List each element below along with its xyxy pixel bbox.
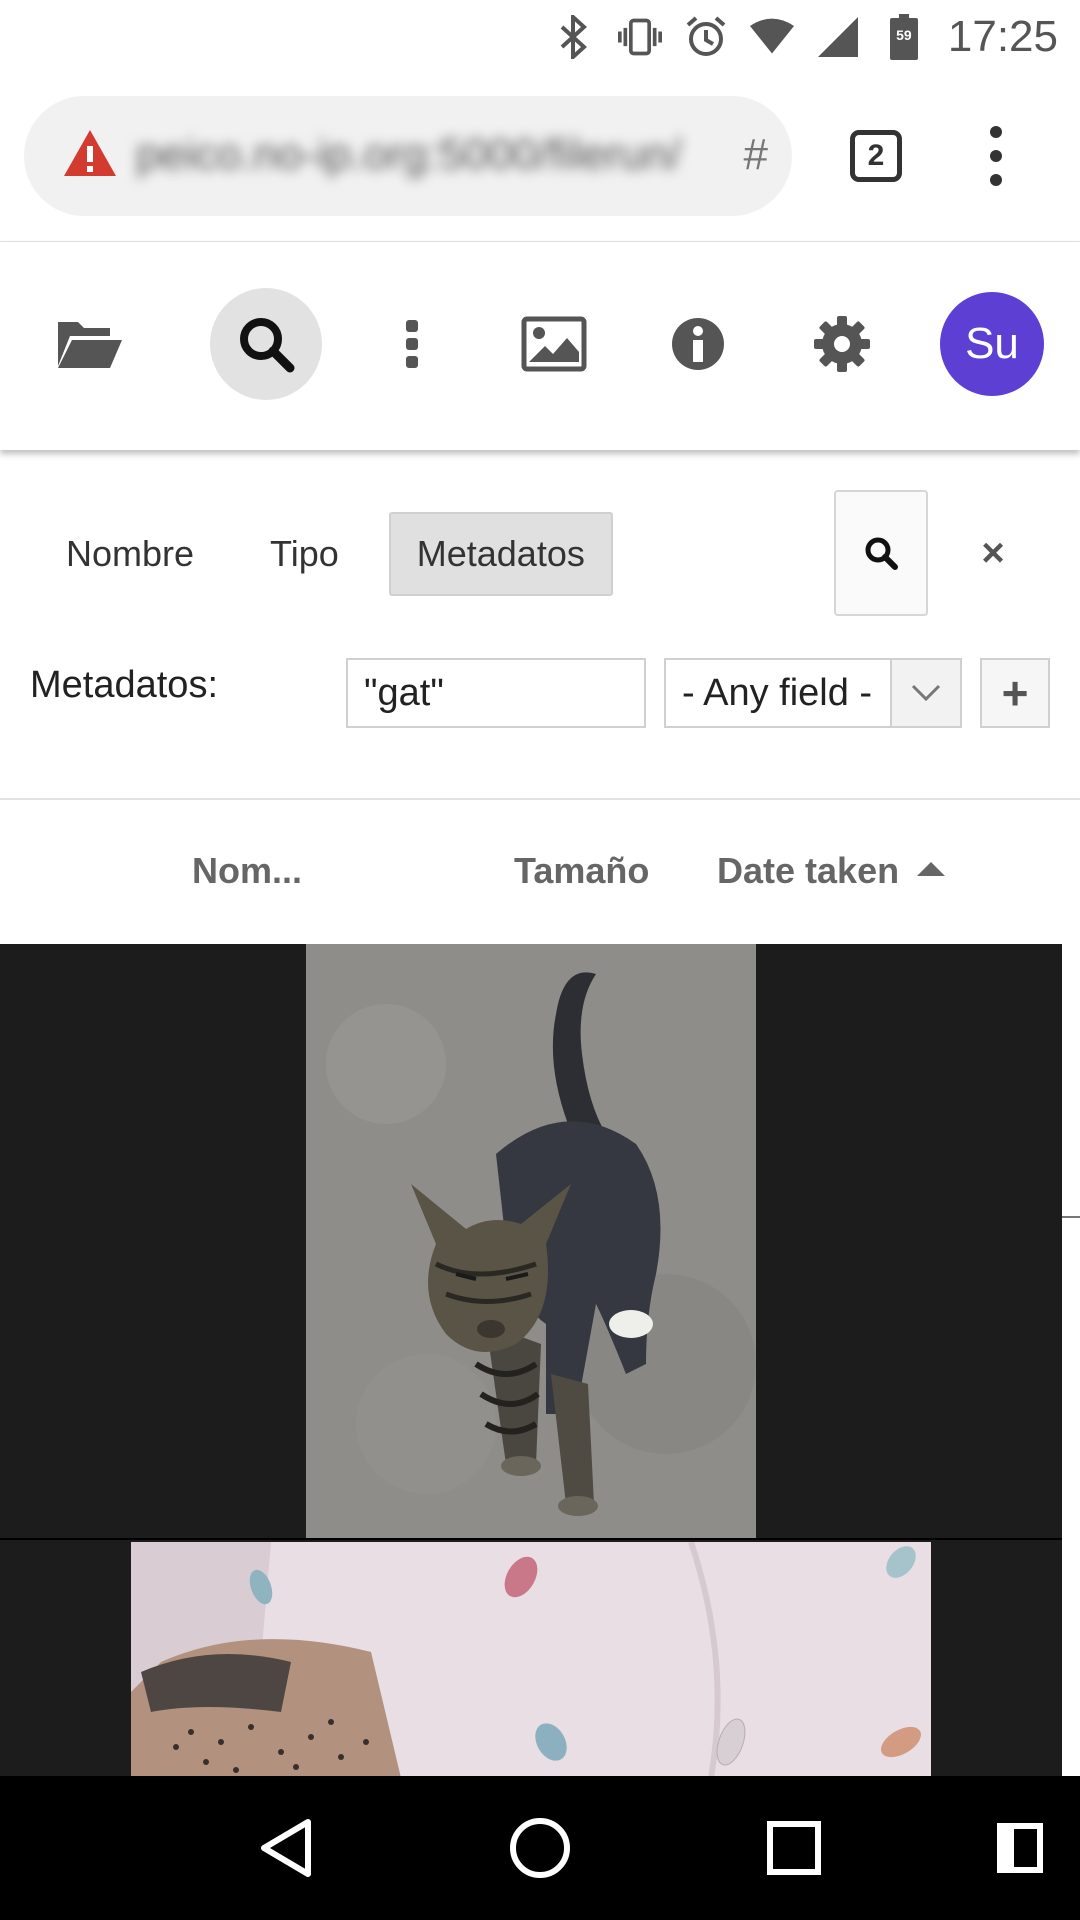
home-button[interactable] <box>504 1812 576 1884</box>
split-screen-icon <box>997 1823 1043 1873</box>
gear-icon <box>814 316 870 372</box>
more-options-button[interactable] <box>356 288 468 400</box>
address-bar[interactable]: peico.no-ip.org:5000/filerun/ # <box>24 96 792 216</box>
split-screen-button[interactable] <box>984 1812 1056 1884</box>
close-search-button[interactable]: × <box>968 520 1018 586</box>
back-button[interactable] <box>250 1812 322 1884</box>
plus-icon: + <box>1001 667 1029 719</box>
tab-tipo[interactable]: Tipo <box>244 512 365 596</box>
add-criteria-button[interactable]: + <box>980 658 1050 728</box>
status-bar: 59 17:25 <box>0 0 1080 74</box>
tab-switcher-button[interactable]: 2 <box>850 130 902 182</box>
field-select[interactable]: - Any field - <box>664 658 962 728</box>
tab-count: 2 <box>867 139 885 172</box>
folder-open-button[interactable] <box>34 288 146 400</box>
image-gallery <box>0 944 1080 1776</box>
metadata-label: Metadatos: <box>30 664 218 706</box>
home-icon <box>510 1818 570 1878</box>
column-header-date[interactable]: Date taken <box>717 850 946 892</box>
search-toggle-button[interactable] <box>210 288 322 400</box>
gallery-view-button[interactable] <box>498 288 610 400</box>
chevron-down-icon[interactable] <box>890 660 960 726</box>
more-vertical-icon <box>406 320 418 368</box>
avatar-initials: Su <box>965 319 1019 368</box>
back-icon <box>261 1819 311 1877</box>
wifi-icon <box>749 13 794 61</box>
app-toolbar: Su <box>0 242 1080 450</box>
battery-level: 59 <box>896 27 912 43</box>
search-icon <box>240 318 295 373</box>
info-button[interactable] <box>642 288 754 400</box>
image-icon <box>521 316 587 372</box>
thumbnail-fabric-photo[interactable] <box>131 1542 931 1776</box>
browser-toolbar: peico.no-ip.org:5000/filerun/ # 2 <box>0 74 1080 242</box>
column-header-size[interactable]: Tamaño <box>514 850 649 892</box>
recents-button[interactable] <box>758 1812 830 1884</box>
info-icon <box>672 318 724 370</box>
divider <box>0 798 1080 800</box>
warning-icon[interactable] <box>62 126 118 182</box>
folder-open-icon <box>58 322 122 368</box>
search-type-tabs: Nombre Tipo Metadatos <box>40 512 613 596</box>
url-hash: # <box>743 130 768 179</box>
field-select-value: - Any field - <box>682 671 873 714</box>
url-host: peico.no-ip.org <box>136 130 428 179</box>
scrollbar[interactable] <box>1062 944 1080 1776</box>
battery-icon: 59 <box>882 13 926 61</box>
browser-menu-icon[interactable] <box>980 126 1012 186</box>
clock: 17:25 <box>947 12 1058 61</box>
close-icon: × <box>981 530 1005 575</box>
settings-button[interactable] <box>786 288 898 400</box>
tab-nombre[interactable]: Nombre <box>40 512 220 596</box>
signal-icon <box>816 13 860 61</box>
column-header-name[interactable]: Nom... <box>192 850 302 892</box>
metadata-search-input[interactable] <box>346 658 646 728</box>
url-path: :5000/filerun/ <box>427 130 682 179</box>
search-submit-button[interactable] <box>834 490 928 616</box>
system-navigation-bar <box>0 1776 1080 1920</box>
scrollbar-thumb[interactable] <box>1062 1216 1080 1218</box>
alarm-icon <box>684 13 728 61</box>
user-avatar[interactable]: Su <box>940 292 1044 396</box>
sort-ascending-icon <box>917 862 946 877</box>
thumbnail-cat-photo[interactable] <box>306 944 756 1538</box>
bluetooth-icon <box>552 13 596 61</box>
search-icon <box>865 537 898 570</box>
recents-icon <box>767 1821 821 1875</box>
row-separator <box>0 1538 1062 1540</box>
vibrate-icon <box>617 13 662 61</box>
column-header-date-label: Date taken <box>717 850 900 891</box>
tab-metadatos[interactable]: Metadatos <box>388 512 613 596</box>
